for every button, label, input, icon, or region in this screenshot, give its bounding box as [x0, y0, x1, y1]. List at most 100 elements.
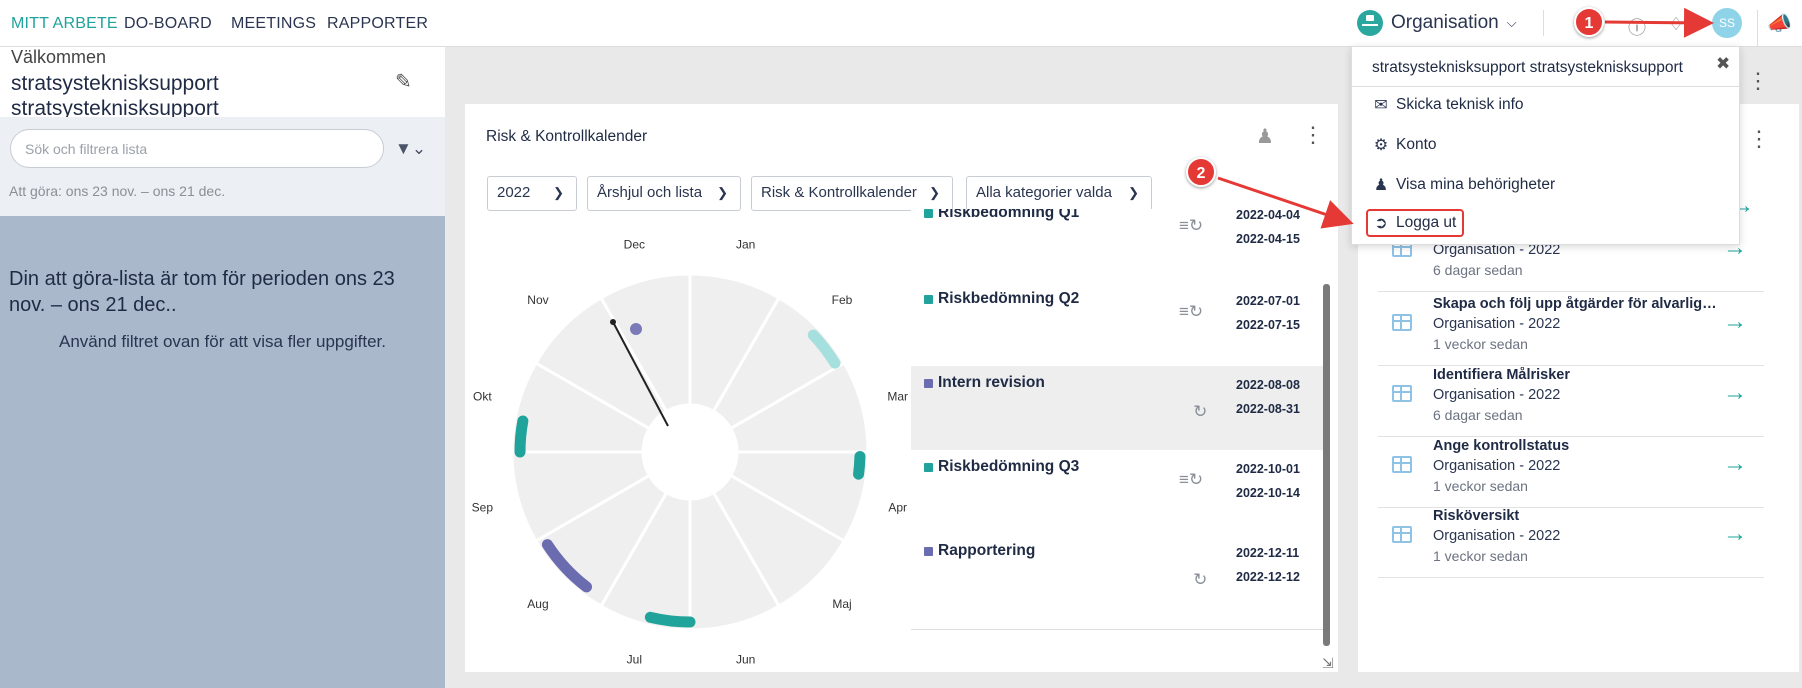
calendar-event-row[interactable]: Riskbedömning Q3 ≡↻ 2022-10-01 2022-10-14	[911, 450, 1325, 546]
activity-subtitle: Organisation - 2022	[1433, 458, 1561, 474]
list-repeat-icons: ≡↻	[1179, 216, 1204, 235]
menu-item-logga-ut[interactable]: ➲ Logga ut	[1366, 209, 1465, 237]
chevron-down-icon: ⌵	[1506, 15, 1517, 30]
month-label-apr: Apr	[888, 501, 907, 515]
nav-rapporter[interactable]: RAPPORTER	[327, 15, 428, 33]
empty-state-title: Din att göra-lista är tom för perioden o…	[9, 268, 395, 316]
event-title: Riskbedömning Q3	[938, 458, 1080, 475]
scrollbar[interactable]	[1323, 284, 1330, 646]
list-repeat-icons: ≡↻	[1179, 302, 1204, 321]
event-color-dot	[924, 379, 933, 388]
table-icon	[1392, 314, 1412, 331]
menu-username: stratsysteknisksupport stratsysteknisksu…	[1372, 59, 1683, 76]
kebab-menu-icon[interactable]: ⋮	[1748, 126, 1770, 152]
megaphone-icon[interactable]: 📣	[1757, 10, 1801, 46]
resize-handle-icon[interactable]: ⇲	[1322, 655, 1334, 672]
bell-icon[interactable]: ♢	[1668, 14, 1684, 35]
arrow-right-icon[interactable]: →	[1723, 520, 1747, 548]
event-end-date: 2022-12-12	[1236, 570, 1300, 584]
event-end-date: 2022-10-14	[1236, 486, 1300, 500]
pencil-icon[interactable]: ✎	[395, 69, 412, 94]
calendar-event-row[interactable]: Riskbedömning Q1 ≡↻ 2022-04-04 2022-04-15	[911, 209, 1325, 292]
activity-subtitle: Organisation - 2022	[1433, 528, 1561, 544]
month-label-nov: Nov	[527, 293, 548, 307]
month-label-jan: Jan	[736, 237, 755, 251]
gear-icon: ⚙	[1373, 137, 1389, 154]
todo-filter-panel: ▼⌄ Att göra: ons 23 nov. – ons 21 dec.	[0, 117, 445, 216]
topbar-divider	[1543, 10, 1544, 36]
okt-event-arc[interactable]	[514, 415, 529, 458]
calendar-select[interactable]: Risk & Kontrollkalender ❯	[751, 176, 953, 211]
welcome-panel: Välkommen stratsysteknisksupport stratsy…	[0, 47, 445, 120]
rapportering-marker[interactable]	[630, 323, 642, 335]
annotation-badge-1: 1	[1574, 7, 1604, 37]
event-title: Intern revision	[938, 374, 1045, 391]
calendar-event-row[interactable]: Riskbedömning Q2 ≡↻ 2022-07-01 2022-07-15	[911, 282, 1325, 378]
activity-title: Skapa och följ upp åtgärder för alvarlig…	[1433, 296, 1723, 312]
menu-item-label: Logga ut	[1396, 214, 1457, 231]
menu-item-visa-behorigheter[interactable]: ♟ Visa mina behörigheter	[1368, 171, 1559, 199]
avatar[interactable]: SS	[1712, 8, 1742, 38]
year-wheel[interactable]: Jan Feb Mar Apr Maj Jun Jul Aug Sep Okt Nov Dec	[470, 234, 910, 674]
menu-item-label: Skicka teknisk info	[1396, 96, 1524, 113]
username: stratsysteknisksupport stratsysteknisksu…	[11, 72, 219, 120]
category-select[interactable]: Alla kategorier valda ❯	[966, 176, 1152, 211]
menu-item-label: Konto	[1396, 136, 1437, 153]
search-input[interactable]	[10, 129, 384, 168]
arrow-right-icon[interactable]: →	[1723, 450, 1747, 478]
kebab-menu-icon[interactable]: ⋮	[1302, 122, 1324, 148]
month-label-maj: Maj	[832, 597, 851, 611]
activity-subtitle: Organisation - 2022	[1433, 387, 1561, 403]
month-label-aug: Aug	[527, 597, 548, 611]
users-icon[interactable]: ♟	[1256, 124, 1274, 149]
activity-list-item[interactable]: Skapa och följ upp åtgärder för alvarlig…	[1378, 286, 1764, 366]
event-list: Riskbedömning Q1 ≡↻ 2022-04-04 2022-04-15 Ri…	[911, 209, 1325, 672]
table-icon	[1392, 526, 1412, 543]
event-end-date: 2022-07-15	[1236, 318, 1300, 332]
jul-event-arc[interactable]	[644, 611, 696, 628]
org-chart-icon	[1357, 10, 1383, 36]
nav-do-board[interactable]: DO-BOARD	[124, 15, 212, 33]
calendar-event-row[interactable]: Rapportering ↻ 2022-12-11 2022-12-12	[911, 534, 1325, 630]
nav-meetings[interactable]: MEETINGS	[231, 15, 316, 33]
risk-kontroll-calendar-card: Risk & Kontrollkalender ♟ ⋮ 2022 ❯ Årshj…	[465, 104, 1338, 672]
empty-state-hint: Använd filtret ovan för att visa fler up…	[59, 332, 386, 351]
organisation-label: Organisation	[1391, 12, 1499, 33]
user-badge-icon: ♟	[1373, 177, 1389, 194]
apr-event-arc[interactable]	[853, 450, 866, 480]
top-navigation-bar: MITT ARBETE DO-BOARD MEETINGS RAPPORTER …	[0, 0, 1802, 47]
kebab-menu-icon[interactable]: ⋮	[1747, 68, 1769, 94]
view-select[interactable]: Årshjul och lista ❯	[587, 176, 741, 211]
event-start-date: 2022-08-08	[1236, 378, 1300, 392]
menu-item-skicka-teknisk-info[interactable]: ✉ Skicka teknisk info	[1368, 91, 1528, 119]
year-select[interactable]: 2022 ❯	[487, 176, 577, 211]
event-title: Riskbedömning Q1	[938, 209, 1080, 221]
arrow-right-icon[interactable]: →	[1723, 379, 1747, 407]
list-repeat-icons: ≡↻	[1179, 470, 1204, 489]
chevron-down-icon: ❯	[1128, 185, 1139, 200]
activity-list-item[interactable]: Identifiera Målrisker Organisation - 2022…	[1378, 357, 1764, 437]
menu-item-konto[interactable]: ⚙ Konto	[1368, 131, 1441, 159]
arrow-right-icon[interactable]: →	[1723, 308, 1747, 336]
category-select-value: Alla kategorier valda	[976, 184, 1112, 201]
event-end-date: 2022-08-31	[1236, 402, 1300, 416]
nav-mitt-arbete[interactable]: MITT ARBETE	[11, 15, 118, 33]
chevron-down-icon: ❯	[717, 185, 728, 200]
activity-time: 1 veckor sedan	[1433, 478, 1528, 494]
month-label-jul: Jul	[627, 653, 642, 667]
help-icon[interactable]: ⓘ	[1628, 14, 1646, 40]
activity-subtitle: Organisation - 2022	[1433, 316, 1561, 332]
today-pointer-end	[610, 319, 616, 325]
envelope-icon: ✉	[1374, 97, 1388, 114]
calendar-event-row[interactable]: Intern revision ↻ 2022-08-08 2022-08-31	[911, 366, 1325, 462]
activity-list-item[interactable]: Risköversikt Organisation - 2022 1 veckor …	[1378, 498, 1764, 578]
activity-title: Identifiera Målrisker	[1433, 367, 1570, 383]
filter-icon[interactable]: ▼⌄	[395, 139, 426, 159]
event-end-date: 2022-04-15	[1236, 232, 1300, 246]
activity-list-item[interactable]: Ange kontrollstatus Organisation - 2022 1 …	[1378, 428, 1764, 508]
sign-out-icon: ➲	[1374, 215, 1388, 232]
activity-title: Ange kontrollstatus	[1433, 438, 1570, 454]
organisation-selector[interactable]: Organisation ⌵	[1357, 10, 1517, 36]
close-icon[interactable]: ✖	[1716, 54, 1730, 74]
month-label-sep: Sep	[472, 501, 494, 515]
